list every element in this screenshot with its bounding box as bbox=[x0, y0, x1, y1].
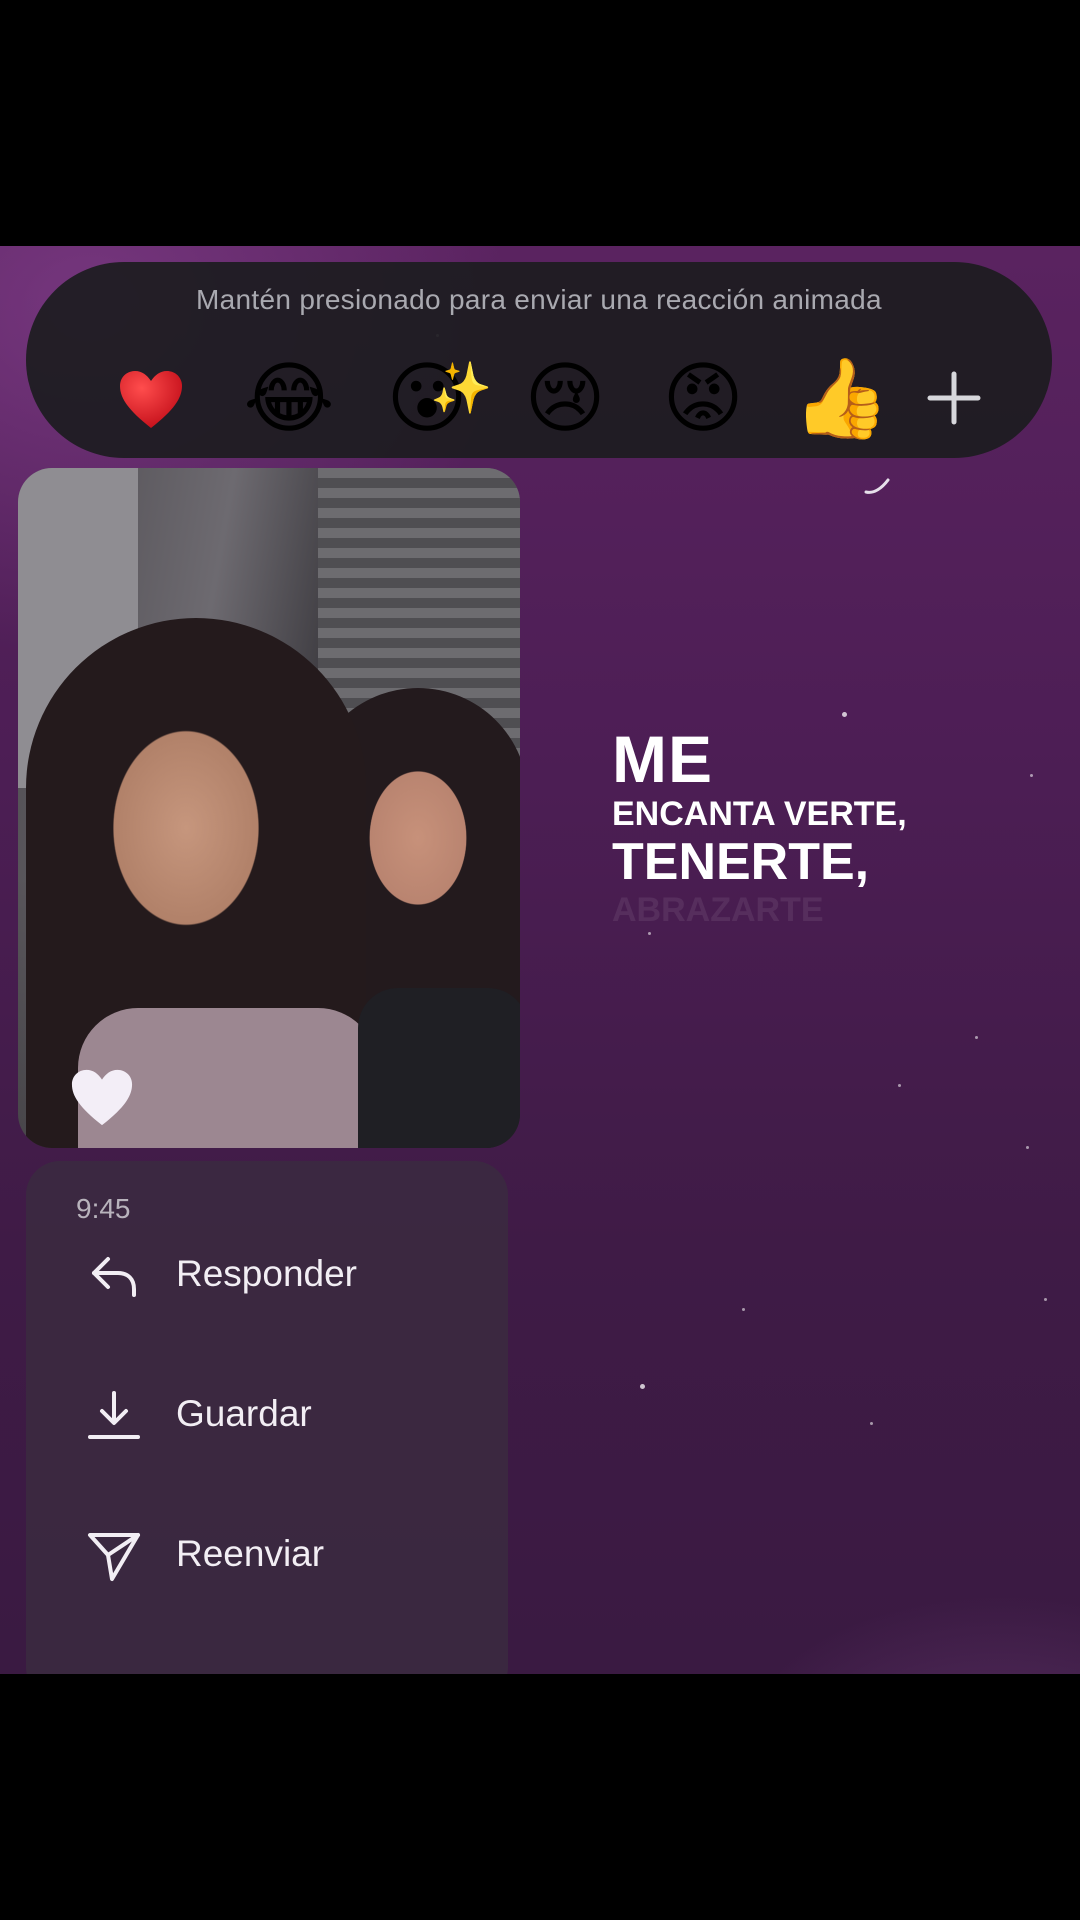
thumbs-up-emoji[interactable]: 👍 bbox=[786, 350, 896, 446]
decorative-mark bbox=[864, 478, 890, 494]
forward-button[interactable]: Reenviar bbox=[26, 1505, 508, 1605]
sparkle bbox=[640, 1384, 645, 1389]
reaction-bar: Mantén presionado para enviar una reacci… bbox=[26, 262, 1052, 458]
sparkle bbox=[975, 1036, 978, 1039]
message-time: 9:45 bbox=[76, 1193, 131, 1224]
lyrics-overlay: ME ENCANTA VERTE, TENERTE, ABRAZARTE bbox=[612, 724, 907, 930]
lyrics-line: TENERTE, bbox=[612, 833, 870, 891]
sparkle bbox=[898, 1084, 901, 1087]
sparkle bbox=[648, 932, 651, 935]
sparkle bbox=[870, 1422, 873, 1425]
lyrics-line: ABRAZARTE bbox=[612, 891, 824, 929]
sparkle bbox=[842, 712, 847, 717]
chat-screen: Mantén presionado para enviar una reacci… bbox=[0, 246, 1080, 1674]
lyrics-line: ME bbox=[612, 722, 713, 796]
sparkle bbox=[1026, 1146, 1029, 1149]
reply-label: Responder bbox=[176, 1253, 358, 1294]
sparkle bbox=[742, 1308, 745, 1311]
download-icon bbox=[88, 1391, 140, 1439]
reply-button[interactable]: Responder bbox=[26, 1225, 508, 1325]
lyrics-line: ENCANTA VERTE, bbox=[612, 795, 907, 833]
tears-of-joy-emoji[interactable]: 😂 bbox=[234, 350, 344, 446]
message-context-menu: 9:45 Responder Guardar Reenviar bbox=[26, 1161, 508, 1674]
reaction-hint: Mantén presionado para enviar una reacci… bbox=[196, 284, 882, 315]
forward-label: Reenviar bbox=[176, 1533, 325, 1574]
plus-icon[interactable] bbox=[922, 366, 986, 430]
red-heart-icon bbox=[120, 371, 182, 428]
angry-emoji[interactable]: 😡 bbox=[648, 350, 758, 446]
sparkle bbox=[1030, 774, 1033, 777]
red-heart-emoji[interactable] bbox=[96, 350, 206, 446]
reply-icon bbox=[92, 1257, 136, 1297]
white-heart-reaction-icon bbox=[71, 1069, 133, 1126]
save-label: Guardar bbox=[176, 1393, 312, 1434]
save-button[interactable]: Guardar bbox=[26, 1365, 508, 1465]
sparkle bbox=[1044, 1298, 1047, 1301]
crying-emoji[interactable]: 😢 bbox=[510, 350, 620, 446]
astonished-sparkles-emoji[interactable]: 😮 ✨ bbox=[372, 350, 492, 446]
photo-message[interactable] bbox=[18, 468, 520, 1148]
send-icon bbox=[88, 1533, 140, 1581]
